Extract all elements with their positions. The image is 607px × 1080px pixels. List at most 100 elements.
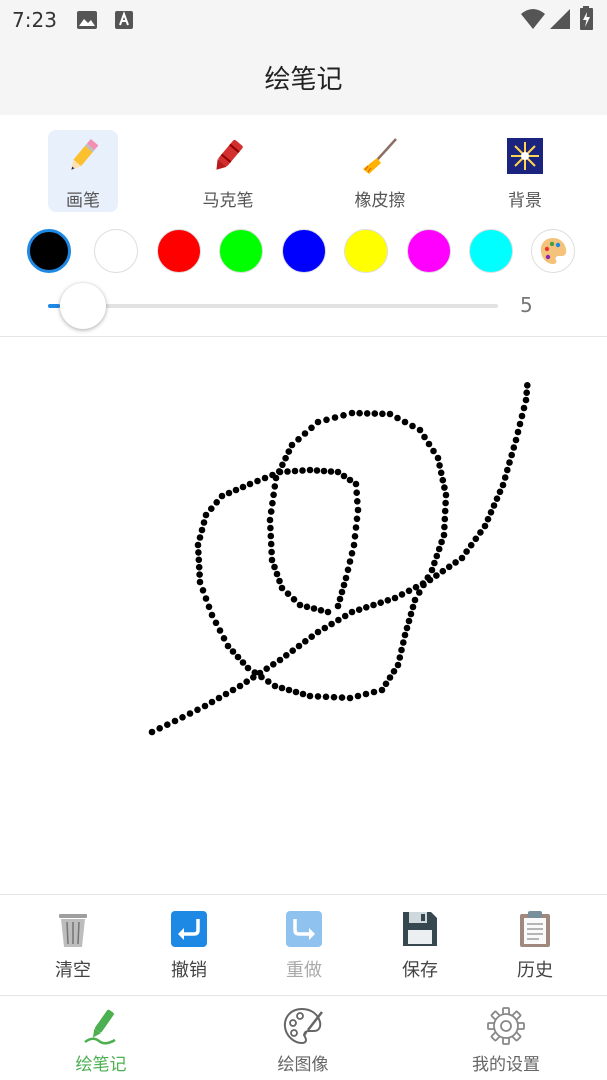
undo-button[interactable]: 撤销: [144, 910, 234, 982]
tool-eraser[interactable]: 橡皮擦: [345, 130, 415, 212]
stroke-dot: [438, 538, 445, 546]
stroke-dot: [269, 499, 276, 507]
stroke-dot: [394, 661, 402, 669]
stroke-dot: [302, 638, 309, 645]
stroke-dot: [504, 466, 511, 474]
divider: [0, 894, 607, 895]
clear-button[interactable]: 清空: [28, 910, 118, 982]
stroke-dot: [213, 499, 220, 506]
stroke-dot: [512, 436, 520, 444]
stroke-dot: [348, 608, 356, 616]
color-swatch[interactable]: [282, 229, 326, 273]
history-button[interactable]: 历史: [490, 910, 580, 982]
stroke-dot: [435, 545, 443, 553]
tool-background[interactable]: 背景: [490, 130, 560, 212]
redo-icon: [286, 911, 322, 947]
stroke-dot: [229, 686, 237, 694]
stroke-dot: [335, 616, 342, 624]
stroke-dot: [499, 481, 507, 489]
nav-draw-notes[interactable]: 绘笔记: [41, 1006, 161, 1075]
stroke-dot: [354, 498, 361, 505]
stroke-dot: [378, 686, 386, 694]
stroke-dot: [352, 524, 360, 531]
sparkler-icon: [507, 138, 543, 174]
stroke-dot: [518, 412, 526, 420]
stroke-dot: [440, 531, 448, 539]
stroke-dot: [267, 524, 274, 532]
color-swatch[interactable]: [219, 229, 263, 273]
color-swatch[interactable]: [344, 229, 388, 273]
stroke-dot: [215, 694, 223, 702]
stroke-dot: [216, 627, 224, 634]
stroke-dot: [236, 682, 244, 690]
stroke-dot: [510, 444, 518, 451]
stroke-dot: [350, 541, 358, 549]
stroke-dot: [251, 669, 259, 676]
app-bar: 绘笔记: [0, 40, 607, 115]
stroke-dot: [267, 532, 275, 540]
stroke-dot: [164, 721, 171, 728]
stroke-dot: [338, 694, 346, 701]
stroke-dot: [481, 522, 489, 530]
pencil-icon: [71, 138, 99, 170]
stroke-dot: [279, 461, 286, 469]
stroke-dot: [195, 549, 202, 556]
redo-button[interactable]: 重做: [259, 910, 349, 982]
stroke-dot: [295, 436, 302, 443]
slider-track[interactable]: [48, 304, 498, 308]
stroke-dot: [441, 523, 448, 531]
tool-pen[interactable]: 画笔: [48, 130, 118, 212]
stroke-dot: [273, 570, 281, 578]
stroke-dot: [314, 418, 322, 426]
stroke-dot: [439, 476, 447, 484]
stroke-dot: [334, 468, 342, 476]
stroke-dot: [484, 515, 492, 523]
stroke-dot: [285, 686, 293, 694]
nav-draw-image[interactable]: 绘图像: [243, 1006, 363, 1075]
color-swatch[interactable]: [27, 229, 71, 273]
divider: [0, 336, 607, 337]
stroke-dot: [356, 409, 363, 417]
stroke-dot: [355, 606, 363, 613]
custom-color-button[interactable]: [531, 229, 575, 273]
nav-my-settings[interactable]: 我的设置: [446, 1006, 566, 1075]
color-swatch[interactable]: [469, 229, 513, 273]
stroke-dot: [194, 541, 202, 549]
stroke-dot: [295, 642, 303, 650]
app-title: 绘笔记: [264, 65, 343, 95]
cellular-signal-icon: [550, 9, 570, 29]
stroke-dot: [284, 590, 292, 597]
stroke-dot: [336, 595, 344, 603]
nav-label: 绘笔记: [75, 1055, 127, 1075]
stroke-dot: [292, 688, 300, 696]
stroke-dot: [354, 506, 362, 514]
drawing-canvas[interactable]: [0, 338, 607, 894]
stroke-dot: [303, 603, 311, 611]
action-label: 重做: [286, 960, 322, 981]
stroke-dot: [351, 533, 359, 540]
stroke-dot: [433, 552, 441, 560]
brush-size-slider[interactable]: 5: [0, 283, 607, 333]
stroke-dot: [268, 548, 275, 556]
undo-icon: [171, 911, 207, 947]
stroke-dot: [493, 495, 501, 502]
stroke-dot: [234, 653, 242, 661]
tool-marker[interactable]: 马克笔: [193, 130, 263, 212]
gear-icon: [487, 1007, 525, 1045]
stroke-dot: [342, 574, 350, 582]
tool-label: 画笔: [66, 191, 100, 211]
stroke-dot: [278, 684, 286, 692]
color-swatch[interactable]: [94, 229, 138, 273]
stroke-dot: [416, 589, 423, 596]
stroke-dot: [324, 608, 332, 616]
stroke-dot: [306, 692, 314, 700]
color-swatch[interactable]: [157, 229, 201, 273]
stroke-dot: [282, 454, 289, 462]
stroke-dot: [299, 467, 306, 474]
slider-thumb[interactable]: [60, 283, 106, 329]
save-button[interactable]: 保存: [375, 910, 465, 982]
stroke-dot: [299, 690, 307, 698]
color-swatch[interactable]: [407, 229, 451, 273]
stroke-dot: [340, 472, 348, 480]
status-bar: 7:23: [0, 0, 607, 40]
